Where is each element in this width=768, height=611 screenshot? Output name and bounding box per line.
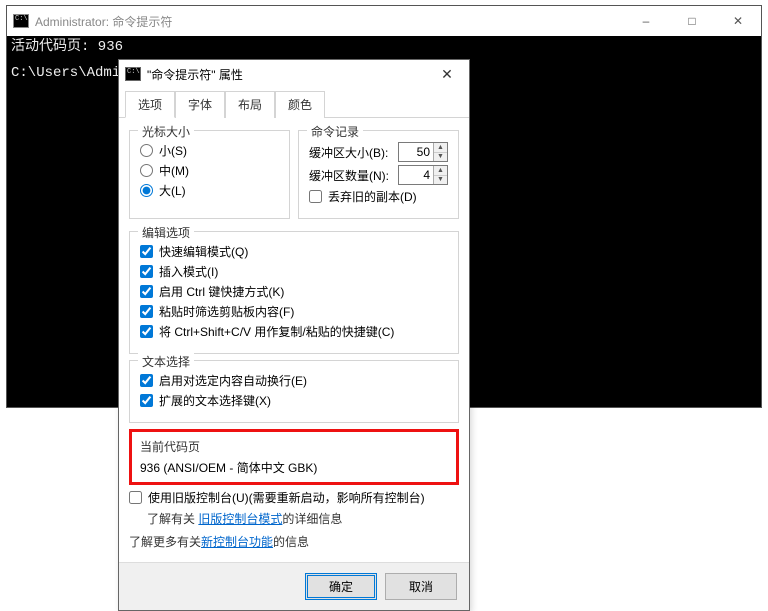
cmd-icon <box>125 67 141 81</box>
link-new-console-features[interactable]: 新控制台功能 <box>201 535 273 549</box>
group-edit-options: 编辑选项 快速编辑模式(Q) 插入模式(I) 启用 Ctrl 键快捷方式(K) … <box>129 231 459 354</box>
check-line-wrap[interactable]: 启用对选定内容自动换行(E) <box>140 372 448 389</box>
cmd-title: Administrator: 命令提示符 <box>35 13 623 30</box>
radio-input-small[interactable] <box>140 144 153 157</box>
check-ext-keys[interactable]: 扩展的文本选择键(X) <box>140 392 448 409</box>
group-legend-history: 命令记录 <box>307 123 363 140</box>
spinner-num-buffers[interactable]: ▲ ▼ <box>398 165 448 185</box>
link-legacy-console[interactable]: 旧版控制台模式 <box>198 512 282 526</box>
tab-options[interactable]: 选项 <box>125 91 175 118</box>
close-icon[interactable]: ✕ <box>431 63 463 85</box>
group-legend-cursor: 光标大小 <box>138 123 194 140</box>
check-ctrl-shortcuts[interactable]: 启用 Ctrl 键快捷方式(K) <box>140 283 448 300</box>
tab-layout[interactable]: 布局 <box>225 91 275 118</box>
spin-down-icon[interactable]: ▼ <box>434 176 447 185</box>
group-legend-textsel: 文本选择 <box>138 353 194 370</box>
ok-button[interactable]: 确定 <box>305 573 377 600</box>
label-num-buffers: 缓冲区数量(N): <box>309 167 392 184</box>
tab-font[interactable]: 字体 <box>175 91 225 118</box>
properties-dialog: "命令提示符" 属性 ✕ 选项 字体 布局 颜色 光标大小 小(S) 中(M) <box>118 59 470 611</box>
group-cursor-size: 光标大小 小(S) 中(M) 大(L) <box>129 130 290 219</box>
radio-cursor-medium[interactable]: 中(M) <box>140 162 279 179</box>
note-more: 了解更多有关新控制台功能的信息 <box>129 533 459 550</box>
dialog-footer: 确定 取消 <box>119 562 469 610</box>
checkbox-discard-old[interactable] <box>309 190 322 203</box>
tab-colors[interactable]: 颜色 <box>275 91 325 118</box>
close-button[interactable]: ✕ <box>715 6 761 36</box>
spinner-buffer-size[interactable]: ▲ ▼ <box>398 142 448 162</box>
cmd-icon <box>13 14 29 28</box>
radio-input-large[interactable] <box>140 184 153 197</box>
check-discard-old[interactable]: 丢弃旧的副本(D) <box>309 188 448 205</box>
radio-cursor-large[interactable]: 大(L) <box>140 182 279 199</box>
cancel-button[interactable]: 取消 <box>385 573 457 600</box>
tabs: 选项 字体 布局 颜色 <box>119 90 469 118</box>
check-filter-clipboard[interactable]: 粘贴时筛选剪贴板内容(F) <box>140 303 448 320</box>
group-command-history: 命令记录 缓冲区大小(B): ▲ ▼ 缓冲区数量(N): <box>298 130 459 219</box>
input-num-buffers[interactable] <box>399 166 433 184</box>
check-insert-mode[interactable]: 插入模式(I) <box>140 263 448 280</box>
check-use-legacy[interactable]: 使用旧版控制台(U)(需要重新启动，影响所有控制台) <box>129 489 459 506</box>
group-current-codepage: 当前代码页 936 (ANSI/OEM - 简体中文 GBK) <box>129 429 459 485</box>
dialog-titlebar[interactable]: "命令提示符" 属性 ✕ <box>119 60 469 88</box>
maximize-button[interactable]: □ <box>669 6 715 36</box>
check-ctrl-shift-cv[interactable]: 将 Ctrl+Shift+C/V 用作复制/粘贴的快捷键(C) <box>140 323 448 340</box>
group-text-selection: 文本选择 启用对选定内容自动换行(E) 扩展的文本选择键(X) <box>129 360 459 423</box>
spin-down-icon[interactable]: ▼ <box>434 153 447 162</box>
radio-input-medium[interactable] <box>140 164 153 177</box>
label-buffer-size: 缓冲区大小(B): <box>309 144 392 161</box>
group-legend-edit: 编辑选项 <box>138 224 194 241</box>
dialog-title: "命令提示符" 属性 <box>147 66 431 83</box>
codepage-value: 936 (ANSI/OEM - 简体中文 GBK) <box>140 459 448 476</box>
spin-up-icon[interactable]: ▲ <box>434 143 447 153</box>
checkbox-use-legacy[interactable] <box>129 491 142 504</box>
codepage-legend: 当前代码页 <box>140 438 448 455</box>
cmd-line-codepage: 活动代码页: 936 <box>11 38 757 56</box>
note-legacy: 了解有关 旧版控制台模式的详细信息 <box>147 510 459 527</box>
radio-cursor-small[interactable]: 小(S) <box>140 142 279 159</box>
input-buffer-size[interactable] <box>399 143 433 161</box>
check-quick-edit[interactable]: 快速编辑模式(Q) <box>140 243 448 260</box>
cmd-titlebar[interactable]: Administrator: 命令提示符 – □ ✕ <box>7 6 761 36</box>
minimize-button[interactable]: – <box>623 6 669 36</box>
spin-up-icon[interactable]: ▲ <box>434 166 447 176</box>
